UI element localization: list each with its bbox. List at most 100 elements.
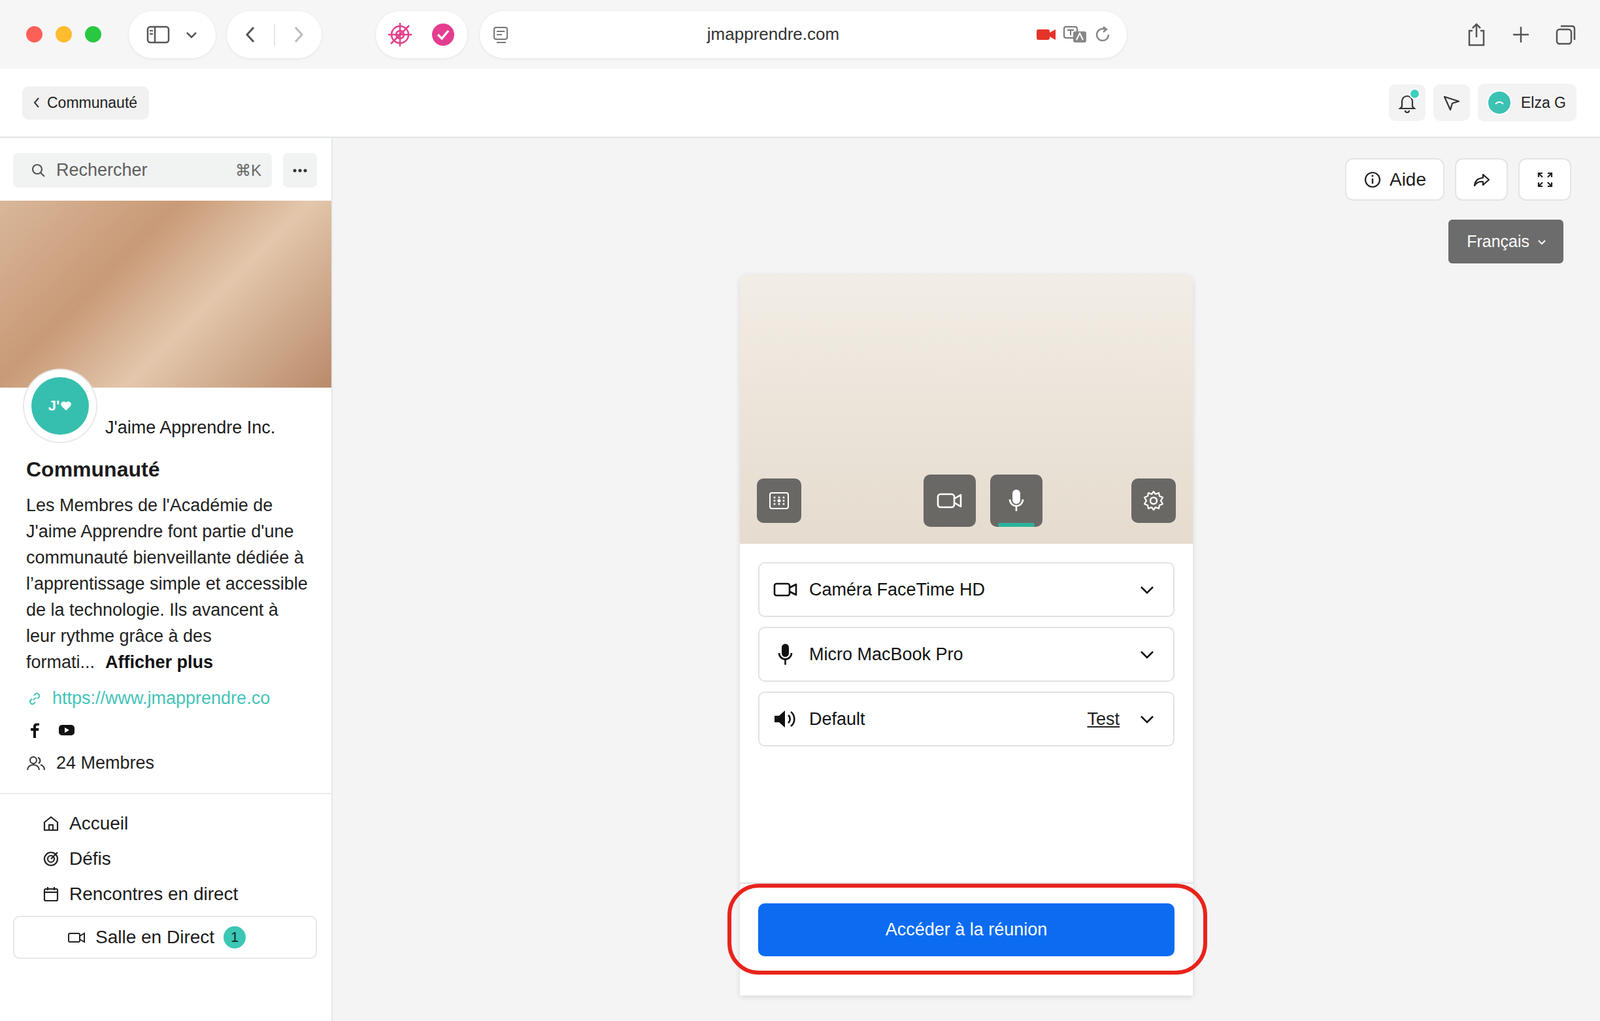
facebook-icon[interactable] <box>26 721 44 739</box>
share-icon[interactable] <box>1465 21 1488 48</box>
chevron-left-icon <box>31 95 42 110</box>
send-button[interactable] <box>1433 84 1470 121</box>
device-select[interactable]: Caméra FaceTime HD <box>758 562 1175 617</box>
help-button[interactable]: Aide <box>1345 158 1445 201</box>
mic-active-bar <box>998 522 1035 527</box>
expand-icon <box>1535 170 1555 189</box>
community-sidebar: Rechercher⌘KJ'J'aime Apprendre Inc.Commu… <box>0 137 333 1021</box>
organization-logo[interactable]: J' <box>24 369 97 442</box>
device-name: Default <box>809 709 1077 730</box>
microphone-toggle[interactable] <box>990 474 1043 527</box>
back-label: Communauté <box>47 94 138 112</box>
microphone-icon <box>1006 487 1027 514</box>
page-icon[interactable] <box>491 24 512 45</box>
info-icon <box>1363 170 1382 189</box>
test-sound-link[interactable]: Test <box>1086 709 1120 730</box>
device-select[interactable]: Default Test <box>758 691 1175 747</box>
sidebar-icon <box>146 24 170 45</box>
join-wrapper: Accéder à la réunion <box>758 903 1175 957</box>
address-bar[interactable]: jmapprendre.com <box>479 11 1127 59</box>
window-controls <box>26 26 102 43</box>
forward-icon[interactable] <box>289 24 307 46</box>
site-header: Communauté Elza G <box>0 68 1600 138</box>
close-button[interactable] <box>26 26 43 43</box>
app-window: jmapprendre.com Communauté Elza G Recherche… <box>0 0 1600 1021</box>
reload-icon[interactable] <box>1092 24 1113 45</box>
blur-icon <box>767 490 791 511</box>
community-info: Communauté Les Membres de l'Académie de J… <box>0 441 332 774</box>
share-button[interactable] <box>1454 158 1508 201</box>
community-title: Communauté <box>26 457 312 482</box>
camera-in-use-icon[interactable] <box>1035 26 1058 44</box>
chevron-down-icon <box>1137 580 1157 599</box>
sidebar-item-label: Salle en Direct <box>95 926 215 948</box>
toolbar-actions <box>1465 21 1578 48</box>
navigation-arrow-icon <box>1441 92 1462 113</box>
camera-toggle[interactable] <box>923 474 976 527</box>
organization-name[interactable]: J'aime Apprendre Inc. <box>105 417 276 442</box>
browser-toolbar: jmapprendre.com <box>0 0 1600 69</box>
language-select[interactable]: Français <box>1448 219 1564 264</box>
members-label: 24 Membres <box>56 752 155 774</box>
members-count[interactable]: 24 Membres <box>26 752 312 774</box>
link-icon <box>26 690 44 708</box>
tabs-icon[interactable] <box>1554 22 1578 47</box>
sidebar-item[interactable]: Rencontres en direct <box>13 880 317 908</box>
chevron-down-icon <box>1535 235 1548 248</box>
community-description: Les Membres de l'Académie de J'aime Appr… <box>26 492 312 676</box>
user-avatar <box>1486 90 1512 116</box>
search-shortcut: ⌘K <box>235 161 262 180</box>
target-icon <box>41 849 61 868</box>
website-url[interactable]: https://www.jmapprendre.co <box>52 688 270 709</box>
search-field[interactable]: Rechercher ⌘K <box>13 152 272 188</box>
count-badge: 1 <box>223 926 246 949</box>
user-menu[interactable]: Elza G <box>1477 83 1577 122</box>
background-blur-button[interactable] <box>756 478 802 523</box>
translate-icon[interactable] <box>1062 24 1088 45</box>
notification-dot <box>1409 88 1421 100</box>
ellipsis-icon <box>292 167 308 174</box>
forward-arrow-icon <box>1471 171 1492 189</box>
calendar-icon <box>41 884 61 904</box>
history-buttons <box>226 11 322 59</box>
join-meeting-button[interactable]: Accéder à la réunion <box>758 903 1175 957</box>
device-setup-card: Caméra FaceTime HD Micro MacBook Pro Defau… <box>739 274 1193 996</box>
device-select[interactable]: Micro MacBook Pro <box>758 626 1175 682</box>
search-placeholder: Rechercher <box>56 160 227 181</box>
sidebar-item[interactable]: Accueil <box>13 809 317 838</box>
highlight-ring <box>727 883 1208 975</box>
sidebar-item[interactable]: Salle en Direct 1 <box>13 915 317 959</box>
sidebar-item-label: Rencontres en direct <box>69 883 238 905</box>
speaker-icon <box>772 708 799 730</box>
youtube-icon[interactable] <box>57 721 76 739</box>
website-link[interactable]: https://www.jmapprendre.co <box>26 688 312 709</box>
camera-icon <box>772 579 799 600</box>
sidebar-item[interactable]: Défis <box>13 845 317 873</box>
language-row: Français <box>332 200 1600 264</box>
zoom-button[interactable] <box>84 26 102 43</box>
fullscreen-button[interactable] <box>1518 158 1572 201</box>
extension-target-icon[interactable] <box>386 21 414 48</box>
separator <box>273 23 276 46</box>
sidebar-item-label: Accueil <box>69 813 129 834</box>
extension-check-icon[interactable] <box>430 21 457 48</box>
settings-button[interactable] <box>1131 478 1176 523</box>
logo-badge: J' <box>31 377 89 435</box>
members-icon <box>26 754 46 772</box>
more-button[interactable] <box>283 152 317 188</box>
top-actions: Aide <box>332 137 1600 201</box>
url-text[interactable]: jmapprendre.com <box>511 24 1036 45</box>
back-icon[interactable] <box>242 24 260 46</box>
extensions <box>375 11 468 59</box>
show-more-link[interactable]: Afficher plus <box>105 652 214 672</box>
address-actions <box>1035 24 1113 45</box>
minimize-button[interactable] <box>55 26 72 43</box>
back-button[interactable]: Communauté <box>22 86 150 120</box>
sidebar-toggle[interactable] <box>128 11 216 59</box>
notifications-button[interactable] <box>1388 84 1426 121</box>
microphone-icon <box>772 642 799 667</box>
organization: J' J'aime Apprendre Inc. <box>0 369 332 442</box>
divider <box>0 792 332 795</box>
new-tab-icon[interactable] <box>1509 23 1533 46</box>
join-section: Accéder à la réunion <box>739 883 1193 996</box>
